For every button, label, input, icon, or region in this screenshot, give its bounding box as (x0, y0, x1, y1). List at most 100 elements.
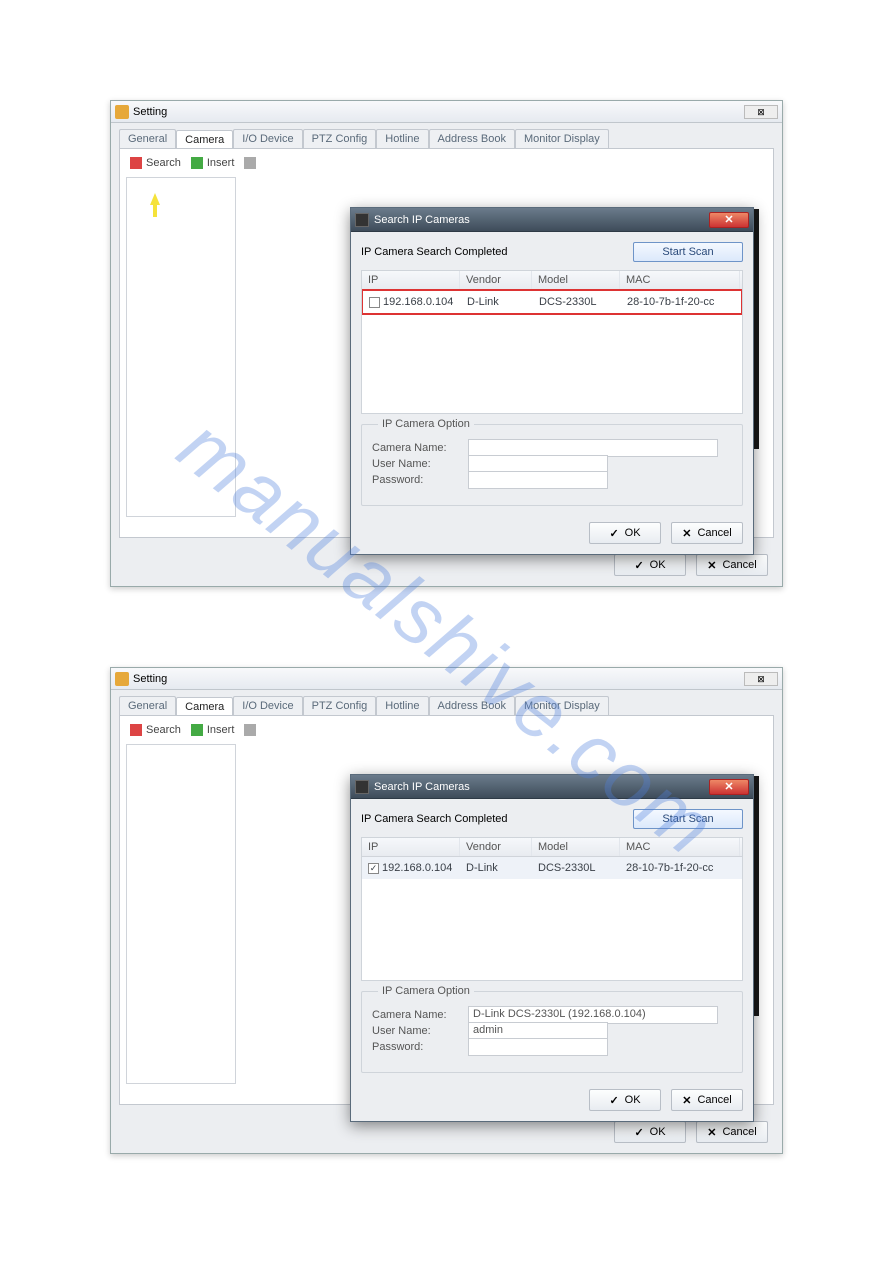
col-ip[interactable]: IP (362, 271, 460, 289)
cancel-label: Cancel (697, 1094, 731, 1106)
cell-mac: 28-10-7b-1f-20-cc (621, 294, 741, 310)
insert-label: Insert (207, 724, 235, 736)
cross-icon: ✕ (682, 527, 691, 540)
app-icon (115, 672, 129, 686)
tab-address-book[interactable]: Address Book (429, 129, 515, 148)
table-header: IP Vendor Model MAC (362, 838, 742, 857)
table-row-highlighted[interactable]: 192.168.0.104 D-Link DCS-2330L 28-10-7b-… (361, 289, 743, 315)
insert-button[interactable]: Insert (191, 157, 235, 169)
dialog-status: IP Camera Search Completed (361, 246, 508, 258)
dialog-titlebar[interactable]: Search IP Cameras ✕ (351, 208, 753, 232)
main-ok-button[interactable]: ✓ OK (614, 554, 686, 576)
results-table[interactable]: IP Vendor Model MAC 192.168.0.104 D-Link… (361, 270, 743, 414)
main-titlebar[interactable]: Setting ⊠ (111, 101, 782, 123)
tab-address-book[interactable]: Address Book (429, 696, 515, 715)
cross-icon: ✕ (707, 559, 716, 572)
dialog-status: IP Camera Search Completed (361, 813, 508, 825)
tab-ptz-config[interactable]: PTZ Config (303, 696, 377, 715)
ip-camera-option-group: IP Camera Option Camera Name:D-Link DCS-… (361, 991, 743, 1073)
extra-button (244, 724, 256, 736)
grey-icon (244, 724, 256, 736)
start-scan-button[interactable]: Start Scan (633, 809, 743, 829)
check-icon: ✓ (609, 1094, 618, 1107)
insert-label: Insert (207, 157, 235, 169)
input-password[interactable] (468, 1038, 608, 1056)
cell-vendor: D-Link (460, 860, 532, 876)
search-icon (130, 157, 142, 169)
insert-button[interactable]: Insert (191, 724, 235, 736)
search-ip-cameras-dialog: Search IP Cameras ✕ IP Camera Search Com… (350, 207, 754, 555)
tab-body: Search Insert 2014/05/26▾ M11:39:00▾ App… (119, 148, 774, 538)
dialog-title: Search IP Cameras (374, 781, 470, 793)
cell-ip: 192.168.0.104 (382, 862, 452, 874)
col-mac[interactable]: MAC (620, 838, 740, 856)
main-cancel-button[interactable]: ✕Cancel (696, 1121, 768, 1143)
search-button[interactable]: Search (130, 724, 181, 736)
results-table[interactable]: IP Vendor Model MAC ✓192.168.0.104 D-Lin… (361, 837, 743, 981)
label-camera-name: Camera Name: (372, 442, 468, 454)
cross-icon: ✕ (707, 1126, 716, 1139)
search-icon (130, 724, 142, 736)
col-model[interactable]: Model (532, 838, 620, 856)
tab-camera[interactable]: Camera (176, 130, 233, 149)
camera-list[interactable] (126, 744, 236, 1084)
row-checkbox-checked[interactable]: ✓ (368, 863, 379, 874)
dialog-close-button[interactable]: ✕ (709, 779, 749, 795)
main-ok-label: OK (650, 559, 666, 571)
tab-io-device[interactable]: I/O Device (233, 129, 302, 148)
search-button[interactable]: Search (130, 157, 181, 169)
main-window: Setting ⊠ General Camera I/O Device PTZ … (110, 667, 783, 1154)
close-button-disabled: ⊠ (744, 672, 778, 686)
dialog-cancel-button[interactable]: ✕ Cancel (671, 522, 743, 544)
extra-button (244, 157, 256, 169)
label-password: Password: (372, 1041, 468, 1053)
ok-label: OK (625, 527, 641, 539)
tab-monitor-display[interactable]: Monitor Display (515, 129, 609, 148)
cancel-label: Cancel (697, 527, 731, 539)
dialog-ok-button[interactable]: ✓OK (589, 1089, 661, 1111)
main-ok-label: OK (650, 1126, 666, 1138)
search-label: Search (146, 724, 181, 736)
dialog-titlebar[interactable]: Search IP Cameras ✕ (351, 775, 753, 799)
tab-ptz-config[interactable]: PTZ Config (303, 129, 377, 148)
label-user-name: User Name: (372, 458, 468, 470)
tab-hotline[interactable]: Hotline (376, 696, 428, 715)
cell-mac: 28-10-7b-1f-20-cc (620, 860, 740, 876)
col-mac[interactable]: MAC (620, 271, 740, 289)
label-camera-name: Camera Name: (372, 1009, 468, 1021)
table-row-selected[interactable]: ✓192.168.0.104 D-Link DCS-2330L 28-10-7b… (362, 857, 742, 879)
input-password[interactable] (468, 471, 608, 489)
main-title: Setting (133, 673, 167, 685)
main-titlebar[interactable]: Setting ⊠ (111, 668, 782, 690)
tabstrip: General Camera I/O Device PTZ Config Hot… (111, 123, 782, 148)
main-cancel-label: Cancel (722, 559, 756, 571)
camera-list[interactable] (126, 177, 236, 517)
row-checkbox[interactable] (369, 297, 380, 308)
dialog-close-button[interactable]: ✕ (709, 212, 749, 228)
dialog-cancel-button[interactable]: ✕Cancel (671, 1089, 743, 1111)
tab-general[interactable]: General (119, 696, 176, 715)
col-vendor[interactable]: Vendor (460, 838, 532, 856)
label-password: Password: (372, 474, 468, 486)
tab-general[interactable]: General (119, 129, 176, 148)
group-label: IP Camera Option (378, 418, 474, 430)
tab-hotline[interactable]: Hotline (376, 129, 428, 148)
main-cancel-button[interactable]: ✕ Cancel (696, 554, 768, 576)
dialog-icon (355, 213, 369, 227)
col-ip[interactable]: IP (362, 838, 460, 856)
insert-icon (191, 157, 203, 169)
start-scan-button[interactable]: Start Scan (633, 242, 743, 262)
search-ip-cameras-dialog: Search IP Cameras ✕ IP Camera Search Com… (350, 774, 754, 1122)
tab-monitor-display[interactable]: Monitor Display (515, 696, 609, 715)
check-icon: ✓ (634, 559, 643, 572)
tab-camera[interactable]: Camera (176, 697, 233, 716)
dialog-ok-button[interactable]: ✓OK (589, 522, 661, 544)
col-model[interactable]: Model (532, 271, 620, 289)
app-icon (115, 105, 129, 119)
cell-model: DCS-2330L (532, 860, 620, 876)
tab-io-device[interactable]: I/O Device (233, 696, 302, 715)
col-vendor[interactable]: Vendor (460, 271, 532, 289)
main-ok-button[interactable]: ✓OK (614, 1121, 686, 1143)
cell-model: DCS-2330L (533, 294, 621, 310)
table-header: IP Vendor Model MAC (362, 271, 742, 290)
